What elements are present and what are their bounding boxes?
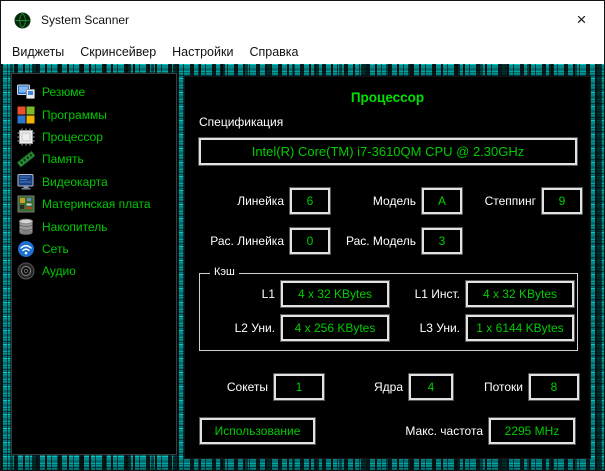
threads-label: Потоки (483, 380, 523, 394)
field-max-frequency: Макс. частота 2295 MHz (365, 418, 575, 444)
field-family: Линейка 6 (187, 188, 330, 214)
l2-label: L2 Уни. (234, 321, 275, 335)
field-cores: Ядра 4 (325, 374, 453, 400)
sidebar: Резюме Программы Процессор Память Видеок… (11, 73, 177, 455)
windows-logo-icon (17, 106, 35, 124)
close-icon[interactable]: × (559, 1, 604, 39)
network-icon (18, 240, 34, 257)
l1-label: L1 (261, 287, 275, 301)
sidebar-item-label: Аудио (42, 264, 76, 279)
sidebar-item-label: Программы (42, 107, 107, 122)
field-l2-cache: L2 Уни. 4 x 256 KBytes (200, 315, 389, 341)
sidebar-item-label: Процессор (42, 129, 103, 144)
ext-family-label: Рас. Линейка (210, 234, 284, 248)
sidebar-item-label: Накопитель (42, 219, 108, 234)
storage-icon (19, 218, 33, 235)
max-frequency-label: Макс. частота (405, 424, 483, 438)
menu-widgets[interactable]: Виджеты (4, 43, 72, 61)
motherboard-icon (17, 195, 35, 213)
sidebar-item-summary[interactable]: Резюме (12, 81, 176, 103)
ext-model-label: Рас. Модель (345, 234, 416, 248)
stepping-value-box: 9 (542, 188, 582, 214)
field-threads: Потоки 8 (445, 374, 579, 400)
l3-label: L3 Уни. (419, 321, 460, 335)
title-bar: System Scanner × (1, 1, 604, 39)
model-label: Модель (372, 194, 416, 208)
threads-value-box: 8 (529, 374, 579, 400)
family-value-box: 6 (290, 188, 330, 214)
l1-inst-value-box: 4 x 32 KBytes (466, 281, 574, 307)
sidebar-item-programs[interactable]: Программы (12, 103, 176, 125)
content-area: Резюме Программы Процессор Память Видеок… (1, 64, 604, 470)
sidebar-item-audio[interactable]: Аудио (12, 260, 176, 282)
field-l1-inst-cache: L1 Инст. 4 x 32 KBytes (398, 281, 574, 307)
field-ext-model: Рас. Модель 3 (335, 228, 462, 254)
computer-icon (17, 84, 35, 100)
sidebar-item-gpu[interactable]: Видеокарта (12, 171, 176, 193)
sidebar-item-network[interactable]: Сеть (12, 238, 176, 260)
field-ext-family: Рас. Линейка 0 (187, 228, 330, 254)
app-icon (14, 11, 31, 29)
l1-inst-label: L1 Инст. (414, 287, 460, 301)
cache-group-label: Кэш (210, 266, 239, 278)
sidebar-item-label: Память (42, 152, 84, 167)
spec-label: Спецификация (199, 115, 284, 129)
gpu-icon (17, 173, 34, 190)
window-title: System Scanner (41, 13, 130, 27)
audio-icon (17, 262, 35, 280)
field-model: Модель A (335, 188, 462, 214)
family-label: Линейка (237, 194, 284, 208)
sockets-label: Сокеты (226, 380, 268, 394)
sidebar-item-storage[interactable]: Накопитель (12, 215, 176, 237)
sockets-value-box: 1 (274, 374, 324, 400)
cache-groupbox: Кэш L1 4 x 32 KBytes L1 Инст. 4 x 32 KBy… (199, 266, 578, 351)
cores-label: Ядра (373, 380, 403, 394)
cpu-panel: Процессор Спецификация Intel(R) Core(TM)… (184, 76, 591, 459)
field-l3-cache: L3 Уни. 1 x 6144 KBytes (398, 315, 574, 341)
l2-value-box: 4 x 256 KBytes (281, 315, 389, 341)
menu-bar: Виджеты Скринсейвер Настройки Справка (1, 39, 604, 64)
sidebar-item-cpu[interactable]: Процессор (12, 126, 176, 148)
menu-screensaver[interactable]: Скринсейвер (72, 43, 164, 61)
l3-value-box: 1 x 6144 KBytes (466, 315, 574, 341)
max-frequency-value-box: 2295 MHz (489, 418, 575, 444)
l1-value-box: 4 x 32 KBytes (281, 281, 389, 307)
menu-settings[interactable]: Настройки (164, 43, 241, 61)
stepping-label: Степпинг (484, 194, 536, 208)
ram-icon (17, 151, 35, 168)
page-title: Процессор (350, 90, 425, 105)
app-window: System Scanner × Виджеты Скринсейвер Нас… (0, 0, 605, 471)
field-stepping: Степпинг 9 (455, 188, 582, 214)
sidebar-item-label: Видеокарта (42, 174, 108, 189)
cpu-chip-icon (17, 128, 35, 146)
sidebar-item-memory[interactable]: Память (12, 148, 176, 170)
field-sockets: Сокеты 1 (187, 374, 324, 400)
spec-value-box: Intel(R) Core(TM) i7-3610QM CPU @ 2.30GH… (199, 138, 577, 165)
ext-family-value-box: 0 (290, 228, 330, 254)
sidebar-item-label: Резюме (42, 85, 86, 100)
ext-model-value-box: 3 (422, 228, 462, 254)
menu-help[interactable]: Справка (241, 43, 306, 61)
sidebar-item-motherboard[interactable]: Материнская плата (12, 193, 176, 215)
field-l1-cache: L1 4 x 32 KBytes (200, 281, 389, 307)
sidebar-item-label: Материнская плата (42, 197, 151, 212)
usage-button[interactable]: Использование (200, 418, 315, 444)
sidebar-item-label: Сеть (42, 241, 69, 256)
